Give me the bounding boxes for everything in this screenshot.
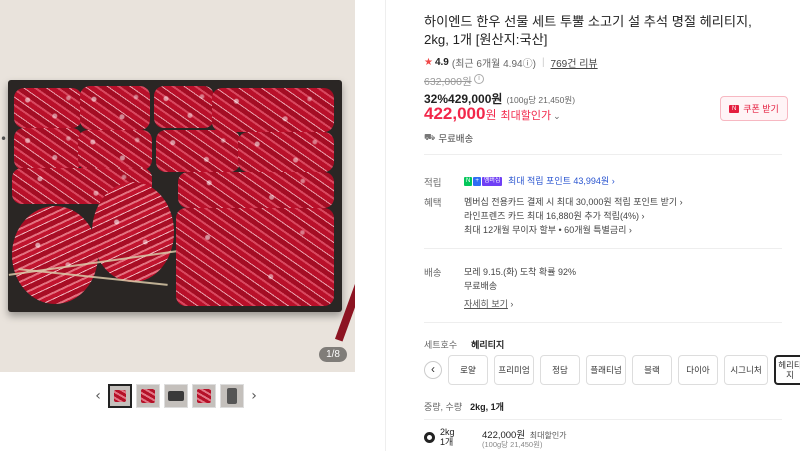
delivery-label: 배송 <box>424 268 442 279</box>
column-divider <box>385 0 386 451</box>
thumbnail-5[interactable] <box>220 384 244 408</box>
option-chip[interactable]: 프리미엄 <box>494 355 534 385</box>
weight-quantity-selected: 2kg, 1개 <box>470 402 504 412</box>
benefits-label: 혜택 <box>424 198 442 209</box>
final-price-row: 422,000 원 최대할인가 ⌄ <box>424 104 561 124</box>
thumbnail-4[interactable] <box>192 384 216 408</box>
chevron-right-icon: › <box>611 176 615 186</box>
option-chip[interactable]: 정담 <box>540 355 580 385</box>
divider <box>424 322 782 323</box>
set-option-label: 세트호수 헤리티지 <box>424 340 505 350</box>
chevron-left-icon[interactable]: ‹ <box>92 388 104 404</box>
option-chip[interactable]: 블랙 <box>632 355 672 385</box>
thumbnail-3[interactable] <box>164 384 188 408</box>
option-unit-price: (100g당 21,450원) <box>482 440 543 449</box>
delivery-eta: 모레 9.15.(화) 도착 확률 92% <box>464 267 576 277</box>
points-label: 적립 <box>424 178 442 189</box>
price-info-icon[interactable]: i <box>474 74 484 84</box>
chevron-right-icon[interactable]: › <box>248 388 260 404</box>
product-main-image[interactable]: • 1/8 <box>0 0 355 372</box>
benefit-line-2[interactable]: 라인프렌즈 카드 최대 16,880원 추가 적립(4%) › <box>464 209 644 222</box>
divider <box>424 248 782 249</box>
truck-icon: ⛟ <box>424 132 436 142</box>
shipping-summary: ⛟ 무료배송 <box>424 131 473 145</box>
product-title: 하이엔드 한우 선물 세트 투뿔 소고기 설 추석 명절 헤리티지, 2kg, … <box>424 14 752 47</box>
option-chip[interactable]: 다이아 <box>678 355 718 385</box>
rating-score: 4.9 <box>434 57 449 68</box>
divider: | <box>541 57 545 68</box>
benefit-line-3[interactable]: 최대 12개월 무이자 할부 • 60개월 특별금리 › <box>464 223 632 236</box>
benefit-line-1[interactable]: 멤버십 전용카드 결제 시 최대 30,000원 적립 포인트 받기 › <box>464 195 683 208</box>
star-icon: ★ <box>424 57 433 68</box>
review-count-link[interactable]: 769건 리뷰 <box>551 55 598 70</box>
points-row[interactable]: N + 멤버십 최대 적립 포인트 43,994원 › <box>464 174 615 187</box>
divider <box>424 419 782 420</box>
chevron-left-icon[interactable]: ‹ <box>424 361 442 379</box>
divider <box>424 154 782 155</box>
set-option-selected: 헤리티지 <box>471 340 505 350</box>
final-price: 422,000 <box>424 104 486 123</box>
option-chip[interactable]: 로얄 <box>448 355 488 385</box>
option-radio[interactable] <box>424 432 435 443</box>
weight-quantity-label: 중량, 수량 2kg, 1개 <box>424 402 504 412</box>
max-points-link[interactable]: 최대 적립 포인트 43,994원 <box>508 176 609 186</box>
chevron-down-icon[interactable]: ⌄ <box>553 111 561 122</box>
delivery-fee: 무료배송 <box>464 281 498 291</box>
original-price: 632,000원 <box>424 76 472 88</box>
image-counter: 1/8 <box>319 347 347 362</box>
meat-tray-image <box>8 80 342 312</box>
thumbnail-1[interactable] <box>108 384 132 408</box>
option-chip-selected[interactable]: 헤리티지 <box>774 355 800 385</box>
delivery-detail-link[interactable]: 자세히 보기 › <box>464 297 513 310</box>
shipping-free-text: 무료배송 <box>438 134 474 145</box>
thumbnail-strip: ‹ › <box>92 381 262 411</box>
coupon-icon: N <box>729 104 740 113</box>
rating-recent: (최근 6개월 4.94 <box>451 59 523 70</box>
max-discount-dropdown[interactable]: 최대할인가 <box>501 107 552 123</box>
npay-membership-badge: N + 멤버십 <box>464 177 503 187</box>
option-row[interactable]: 2kg 1개 422,000원 최대할인가 (100g당 21,450원) <box>424 427 782 451</box>
coupon-button-label: 쿠폰 받기 <box>743 104 779 114</box>
coupon-button[interactable]: N 쿠폰 받기 <box>720 96 788 121</box>
rating-row: ★ 4.9 (최근 6개월 4.94 ⓘ) | 769건 리뷰 <box>424 55 598 70</box>
final-price-currency: 원 <box>485 108 497 122</box>
option-chip[interactable]: 시그니처 <box>724 355 768 385</box>
thumbnail-2[interactable] <box>136 384 160 408</box>
option-chip[interactable]: 플래티넘 <box>586 355 626 385</box>
set-option-chips: ‹ 로얄 프리미엄 정담 플래티넘 블랙 다이아 시그니처 헤리티지 <box>424 355 800 385</box>
option-name: 2kg 1개 <box>440 427 455 447</box>
info-icon[interactable]: ⓘ) <box>523 55 536 70</box>
image-edge-marker: • <box>0 132 8 146</box>
